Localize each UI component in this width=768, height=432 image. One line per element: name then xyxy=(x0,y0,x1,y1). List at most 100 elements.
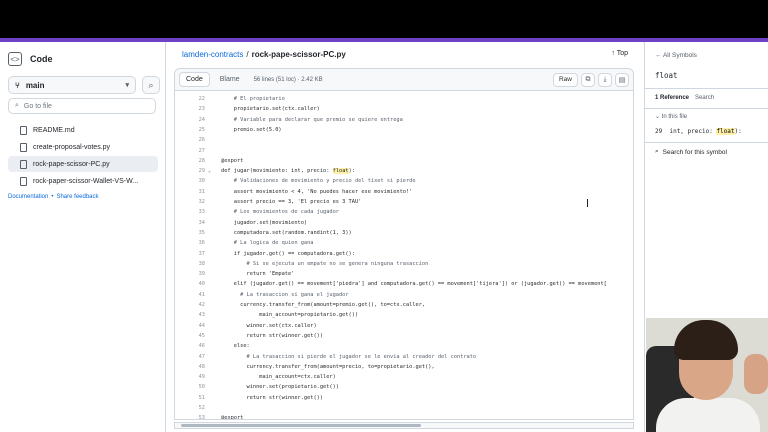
code-line: 36 # La logica de quien gana xyxy=(175,238,633,248)
line-number[interactable]: 33 xyxy=(175,207,205,217)
go-to-file-input[interactable]: ⌕ Go to file xyxy=(8,98,156,114)
line-number[interactable]: 29 xyxy=(175,166,205,176)
top-button[interactable]: ↑ Top xyxy=(611,50,628,57)
code-text: elif (jugador.get() == movement['piedra'… xyxy=(221,281,607,288)
line-number[interactable]: 41 xyxy=(175,290,205,300)
reference-search-link[interactable]: Search xyxy=(695,95,714,101)
code-text: computadora.set(random.randint(1, 3)) xyxy=(221,229,352,236)
symbol-name: float xyxy=(655,71,678,80)
chevron-down-icon: ⌄ xyxy=(655,114,661,120)
line-number[interactable]: 44 xyxy=(175,321,205,331)
documentation-link[interactable]: Documentation xyxy=(8,194,48,200)
code-text: def jugar(movimiento: int, precio: float… xyxy=(221,168,355,175)
line-number[interactable]: 35 xyxy=(175,228,205,238)
code-text: currency.transfer_from(amount=precio, to… xyxy=(221,363,435,370)
file-item[interactable]: rock-paper-scissor-Wallet-VS-W... xyxy=(8,173,158,189)
code-line: 48 currency.transfer_from(amount=precio,… xyxy=(175,362,633,372)
line-number[interactable]: 38 xyxy=(175,259,205,269)
all-symbols-link[interactable]: ← All Symbols xyxy=(655,52,697,59)
branch-selector[interactable]: ⑂ main ▾ xyxy=(8,76,136,94)
breadcrumb-repo-link[interactable]: lamden-contracts xyxy=(182,50,243,59)
line-number[interactable]: 47 xyxy=(175,352,205,362)
search-icon: ⌕ xyxy=(148,79,154,90)
symbol-highlight[interactable]: float xyxy=(332,168,349,175)
tab-blame[interactable]: Blame xyxy=(214,73,246,86)
line-number[interactable]: 22 xyxy=(175,94,205,104)
line-number[interactable]: 28 xyxy=(175,156,205,166)
code-icon[interactable]: <> xyxy=(8,52,22,66)
code-view[interactable]: 22 # El propietario 23 propietario.set(ct… xyxy=(174,90,634,420)
line-number[interactable]: 46 xyxy=(175,341,205,351)
arrow-up-icon: ↑ xyxy=(611,50,615,57)
line-number[interactable]: 42 xyxy=(175,300,205,310)
fold-chevron-icon[interactable]: ⌄ xyxy=(208,166,211,176)
in-this-file-toggle[interactable]: ⌄ In this file xyxy=(655,113,687,120)
file-item[interactable]: README.md xyxy=(8,122,158,138)
file-item[interactable]: create-proposal-votes.py xyxy=(8,139,158,155)
code-line: 26 xyxy=(175,135,633,145)
code-text: # La logica de quien gana xyxy=(221,240,314,247)
search-button[interactable]: ⌕ xyxy=(142,76,160,94)
line-number[interactable]: 30 xyxy=(175,176,205,186)
text-cursor xyxy=(587,199,588,207)
line-number[interactable]: 24 xyxy=(175,115,205,125)
file-item-active[interactable]: rock-pape-scissor-PC.py xyxy=(8,156,158,172)
line-number[interactable]: 23 xyxy=(175,104,205,114)
divider xyxy=(645,88,768,89)
branch-name: main xyxy=(25,80,45,90)
code-line: 27 xyxy=(175,146,633,156)
line-number[interactable]: 27 xyxy=(175,146,205,156)
line-number[interactable]: 37 xyxy=(175,249,205,259)
line-number[interactable]: 49 xyxy=(175,372,205,382)
scrollbar-thumb[interactable] xyxy=(181,424,421,427)
code-line: 35 computadora.set(random.randint(1, 3)) xyxy=(175,228,633,238)
line-number[interactable]: 48 xyxy=(175,362,205,372)
panel-icon[interactable]: ▤ xyxy=(615,72,629,87)
code-text: # Los movimientos de cada jugador xyxy=(221,209,339,216)
line-number[interactable]: 32 xyxy=(175,197,205,207)
code-line: 40 elif (jugador.get() == movement['pied… xyxy=(175,279,633,289)
raw-button[interactable]: Raw xyxy=(552,72,578,87)
horizontal-scrollbar[interactable] xyxy=(174,422,634,429)
search-for-symbol-button[interactable]: ⌕ Search for this symbol xyxy=(655,148,727,156)
code-text: jugador.set(movimiento) xyxy=(221,219,308,226)
line-number[interactable]: 40 xyxy=(175,279,205,289)
line-number[interactable]: 52 xyxy=(175,403,205,413)
hit-highlight: float xyxy=(716,128,735,135)
search-icon: ⌕ xyxy=(15,102,19,109)
download-icon[interactable]: ⤓ xyxy=(598,72,612,87)
line-number[interactable]: 53 xyxy=(175,413,205,419)
line-number[interactable]: 45 xyxy=(175,331,205,341)
code-text: main_account=ctx.caller) xyxy=(221,374,336,381)
tab-code[interactable]: Code xyxy=(179,72,210,87)
code-line: 43 main_account=propietario.get()) xyxy=(175,310,633,320)
code-line: 34 jugador.set(movimiento) xyxy=(175,218,633,228)
code-text: else: xyxy=(221,343,250,350)
file-name: README.md xyxy=(33,126,75,134)
code-text: return str(winner.get()) xyxy=(221,394,324,401)
line-number[interactable]: 50 xyxy=(175,382,205,392)
code-line: 41 # La trasaccion si gana el jugador xyxy=(175,290,633,300)
search-icon: ⌕ xyxy=(655,148,659,155)
reference-hit[interactable]: 29 int, precio: float): xyxy=(655,128,742,135)
line-number[interactable]: 36 xyxy=(175,238,205,248)
branch-icon: ⑂ xyxy=(15,80,20,90)
reference-count: 1 Reference xyxy=(655,95,690,101)
line-number[interactable]: 26 xyxy=(175,135,205,145)
line-number[interactable]: 39 xyxy=(175,269,205,279)
line-number[interactable]: 51 xyxy=(175,393,205,403)
file-list: README.md create-proposal-votes.py rock-… xyxy=(8,122,158,190)
code-text: main_account=propietario.get()) xyxy=(221,312,359,319)
line-number[interactable]: 25 xyxy=(175,125,205,135)
line-number[interactable]: 43 xyxy=(175,310,205,320)
copy-icon[interactable]: ⧉ xyxy=(581,72,595,87)
code-line: 30 # Validaciones de movimiento y precio… xyxy=(175,176,633,186)
code-line: 32 assert precio == 3, 'El precio es 3 T… xyxy=(175,197,633,207)
line-number[interactable]: 34 xyxy=(175,218,205,228)
toolbar-actions: Raw ⧉ ⤓ ▤ xyxy=(552,72,629,87)
line-number[interactable]: 31 xyxy=(175,187,205,197)
code-line: 49 main_account=ctx.caller) xyxy=(175,372,633,382)
code-text: winner.set(propietario.get()) xyxy=(221,384,340,391)
file-name: create-proposal-votes.py xyxy=(33,143,111,151)
share-feedback-link[interactable]: Share feedback xyxy=(56,194,98,200)
